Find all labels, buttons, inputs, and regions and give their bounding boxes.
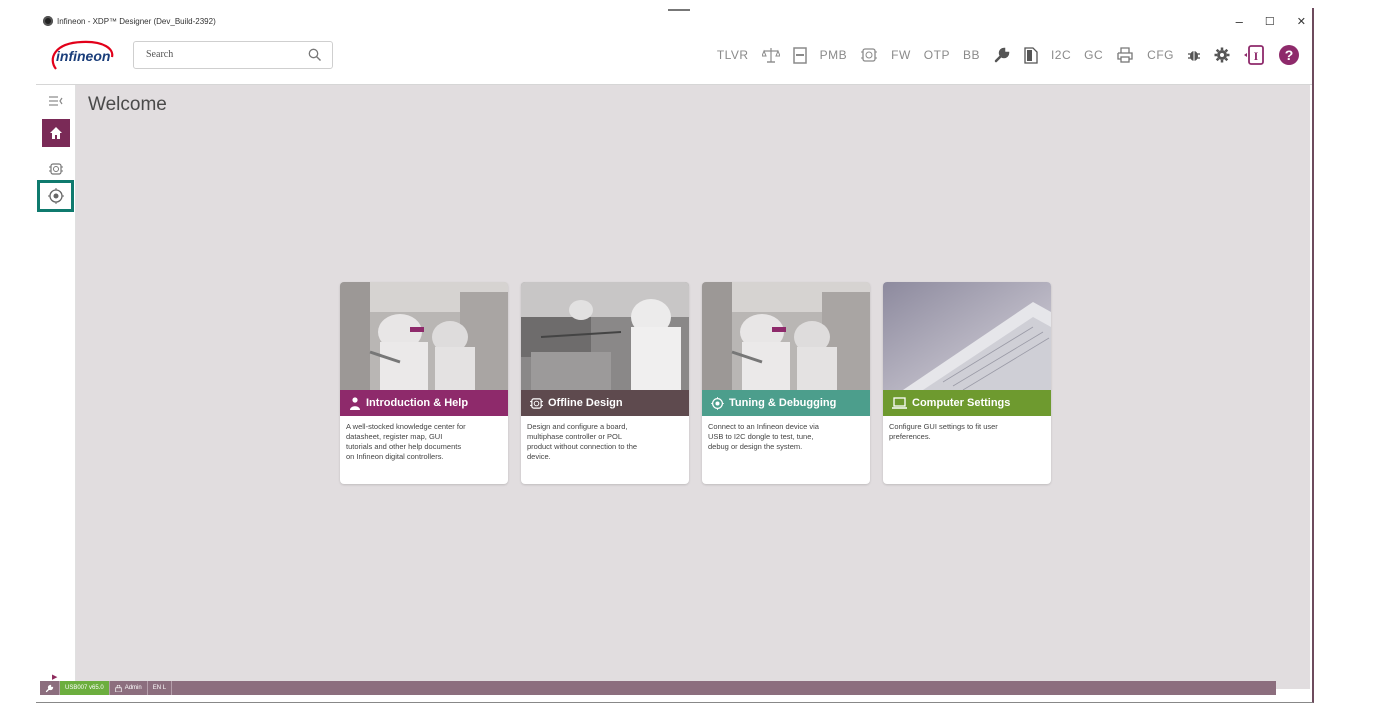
card-description: Connect to an Infineon device via USB to… (708, 422, 864, 452)
cfg-button[interactable]: CFG (1147, 42, 1174, 68)
sidebar: ▶ (36, 85, 76, 689)
otp-button[interactable]: OTP (924, 42, 950, 68)
user-status[interactable]: Admin (110, 681, 148, 695)
desc-line: tutorials and other help documents (346, 442, 462, 451)
infineon-logo: infineon (51, 40, 114, 70)
printer-icon[interactable] (1116, 42, 1134, 68)
user-label: Admin (124, 685, 142, 691)
balance-scale-icon[interactable] (761, 42, 780, 68)
tuning-target-icon (48, 188, 64, 204)
chip-icon (530, 397, 543, 409)
card-offline-design[interactable]: Offline Design Design and configure a bo… (521, 282, 689, 484)
snap-handle[interactable] (668, 9, 690, 11)
page-title: Welcome (88, 94, 167, 115)
expand-sidebar-icon[interactable]: ▶ (52, 673, 57, 681)
cleanroom-photo (702, 282, 870, 390)
i2c-button[interactable]: I2C (1051, 42, 1071, 68)
desc-line: debug or design the system. (708, 442, 803, 451)
desc-line: Connect to an Infineon device via (708, 422, 819, 431)
card-computer-settings[interactable]: Computer Settings Configure GUI settings… (883, 282, 1051, 484)
window-controls: – ☐ ✕ (1236, 8, 1306, 34)
desc-line: datasheet, register map, GUI (346, 432, 443, 441)
desc-line: Design and configure a board, (527, 422, 628, 431)
sidebar-item-home[interactable] (42, 119, 70, 147)
search-icon[interactable] (308, 48, 322, 62)
bug-icon[interactable] (1187, 42, 1201, 68)
status-bar: USB007 v65.0 Admin EN L (40, 681, 1276, 695)
wrench-icon[interactable] (993, 42, 1011, 68)
fw-button[interactable]: FW (891, 42, 911, 68)
pmb-button[interactable]: PMB (820, 42, 848, 68)
window-title: Infineon - XDP™ Designer (Dev_Build-2392… (57, 16, 216, 26)
card-title-band: Offline Design (521, 390, 689, 416)
main-content: Welcome Introduction & Help A well-stock… (76, 85, 1310, 689)
desc-line: A well-stocked knowledge center for (346, 422, 466, 431)
svg-text:I: I (1254, 49, 1259, 63)
card-title: Introduction & Help (366, 397, 469, 409)
gc-button[interactable]: GC (1084, 42, 1103, 68)
card-description: Design and configure a board, multiphase… (527, 422, 683, 462)
toolbar-tools: TLVR PMB FW OTP BB I2C GC CFG I ? (704, 42, 1300, 68)
card-tuning-debugging[interactable]: Tuning & Debugging Connect to an Infineo… (702, 282, 870, 484)
search-input[interactable] (144, 48, 298, 61)
minimize-button[interactable]: – (1236, 14, 1243, 29)
card-title-band: Introduction & Help (340, 390, 508, 416)
sidebar-item-offline-design[interactable] (42, 155, 70, 183)
laptop-icon (892, 397, 907, 409)
register-list-icon[interactable] (792, 42, 807, 68)
app-window: Infineon - XDP™ Designer (Dev_Build-2392… (36, 8, 1314, 703)
logo-text: infineon (56, 48, 110, 64)
main-toolbar: infineon TLVR PMB FW OTP BB (36, 34, 1312, 85)
bb-button[interactable]: BB (963, 42, 980, 68)
gear-icon[interactable] (1214, 42, 1230, 68)
close-button[interactable]: ✕ (1297, 15, 1306, 28)
chip-icon[interactable] (860, 42, 878, 68)
search-box[interactable] (133, 41, 333, 69)
desc-line: on Infineon digital controllers. (346, 452, 444, 461)
lab-photo (521, 282, 689, 390)
card-title: Offline Design (548, 397, 623, 409)
desc-line: multiphase controller or POL (527, 432, 623, 441)
desc-line: device. (527, 452, 551, 461)
desc-line: Configure GUI settings to fit user (889, 422, 998, 431)
person-help-icon (350, 396, 360, 410)
home-icon (50, 127, 62, 139)
usb-status-badge[interactable]: USB007 v65.0 (60, 681, 110, 695)
laptop-photo (883, 282, 1051, 390)
tlvr-button[interactable]: TLVR (717, 42, 749, 68)
cleanroom-photo (340, 282, 508, 390)
desc-line: product without connection to the (527, 442, 638, 451)
card-title: Computer Settings (912, 397, 1011, 409)
language-status[interactable]: EN L (148, 681, 173, 695)
lock-icon (115, 684, 122, 692)
desc-line: preferences. (889, 432, 931, 441)
title-bar[interactable]: Infineon - XDP™ Designer (Dev_Build-2392… (36, 8, 1312, 34)
card-description: Configure GUI settings to fit user prefe… (889, 422, 1045, 442)
card-description: A well-stocked knowledge center for data… (346, 422, 502, 462)
card-title-band: Tuning & Debugging (702, 390, 870, 416)
maximize-button[interactable]: ☐ (1265, 15, 1275, 28)
help-icon[interactable]: ? (1278, 42, 1300, 68)
sidebar-item-tuning[interactable] (42, 182, 70, 210)
offline-design-icon (49, 163, 63, 175)
info-panel-icon[interactable]: I (1243, 42, 1265, 68)
svg-text:?: ? (1285, 47, 1294, 63)
app-icon (43, 16, 53, 26)
document-icon[interactable] (1024, 42, 1038, 68)
desc-line: USB to I2C dongle to test, tune, (708, 432, 814, 441)
status-wrench-icon[interactable] (40, 681, 60, 695)
collapse-menu-icon[interactable] (42, 87, 70, 115)
target-icon (711, 396, 724, 410)
card-title: Tuning & Debugging (729, 397, 837, 409)
card-introduction-help[interactable]: Introduction & Help A well-stocked knowl… (340, 282, 508, 484)
card-title-band: Computer Settings (883, 390, 1051, 416)
